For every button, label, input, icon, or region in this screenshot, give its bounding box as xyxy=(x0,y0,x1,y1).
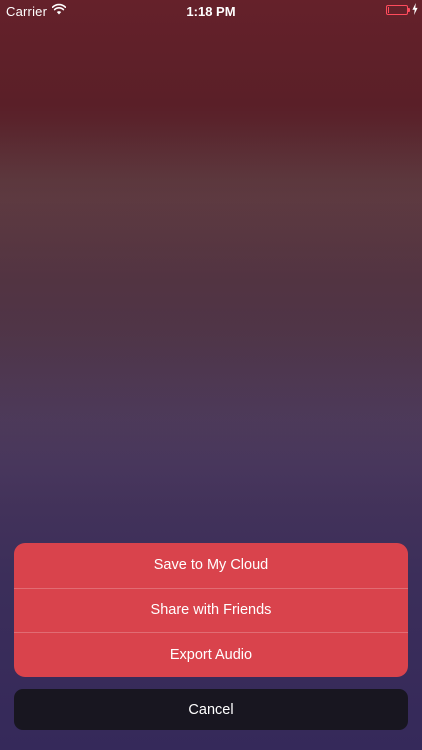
battery-icon xyxy=(386,5,410,15)
cancel-button[interactable]: Cancel xyxy=(14,689,408,730)
background-blur xyxy=(0,330,422,510)
clock: 1:18 PM xyxy=(186,4,236,19)
background-blur xyxy=(0,120,422,280)
export-audio-button[interactable]: Export Audio xyxy=(14,632,408,677)
share-with-friends-button[interactable]: Share with Friends xyxy=(14,587,408,633)
action-sheet: Save to My Cloud Share with Friends Expo… xyxy=(14,543,408,677)
battery-level xyxy=(388,7,389,13)
save-to-cloud-button[interactable]: Save to My Cloud xyxy=(14,543,408,588)
status-bar: Carrier 1:18 PM xyxy=(0,0,422,22)
charging-bolt-icon xyxy=(412,3,418,15)
